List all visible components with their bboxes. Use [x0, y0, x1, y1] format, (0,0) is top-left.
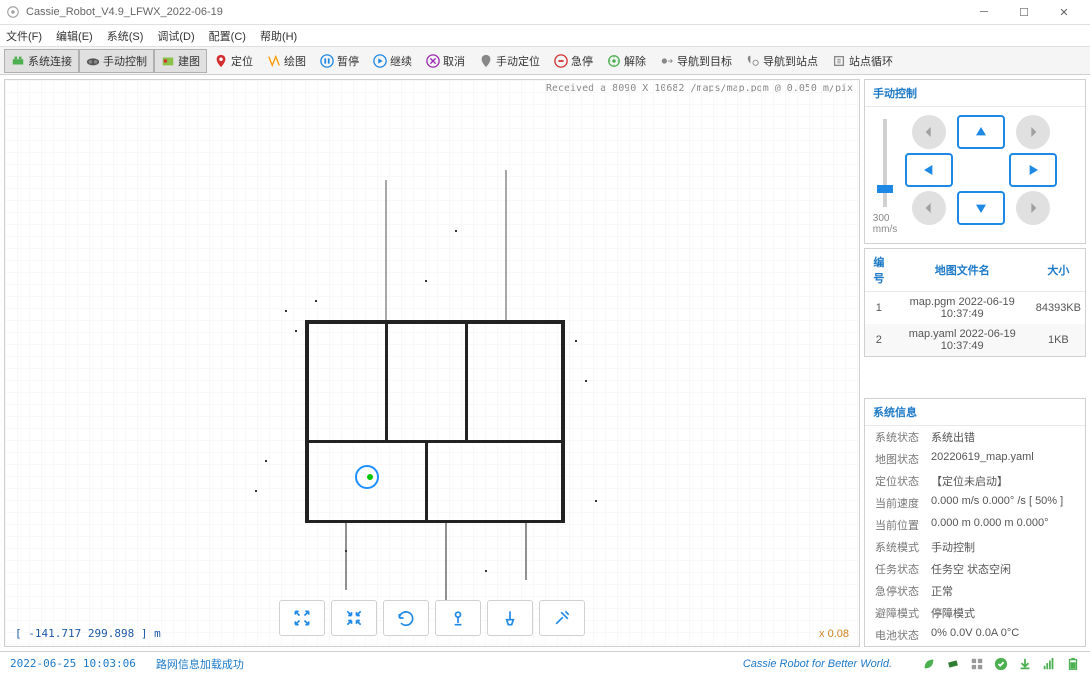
- manual-control-title: 手动控制: [865, 80, 1085, 107]
- sysinfo-row: 系统状态系统出错: [865, 426, 1085, 448]
- menu-config[interactable]: 配置(C): [209, 28, 246, 44]
- loop-button[interactable]: 站点循环: [825, 49, 900, 73]
- sysinfo-row: 避障模式停障模式: [865, 602, 1085, 624]
- sysinfo-row: 当前位置0.000 m 0.000 m 0.000°: [865, 514, 1085, 536]
- pin-icon: [214, 54, 228, 68]
- col-id: 编号: [865, 249, 893, 292]
- check-icon: [994, 657, 1008, 671]
- window-title: Cassie_Robot_V4.9_LFWX_2022-06-19: [26, 6, 964, 18]
- toolbar: 系统连接 手动控制 建图 定位 绘图 暂停 继续 取消 手动定位 急停 解除 导…: [0, 47, 1090, 75]
- sysinfo-row: 急停状态正常: [865, 580, 1085, 602]
- connect-icon: [11, 54, 25, 68]
- sysinfo-row: 电池状态0% 0.0V 0.0A 0°C: [865, 624, 1085, 646]
- marker-tool-button[interactable]: [435, 600, 481, 636]
- connect-button[interactable]: 系统连接: [4, 49, 79, 73]
- pause-icon: [320, 54, 334, 68]
- speed-slider[interactable]: [883, 119, 887, 207]
- map-canvas[interactable]: [5, 80, 859, 646]
- back-right-button[interactable]: [1016, 191, 1050, 225]
- col-name: 地图文件名: [893, 249, 1032, 292]
- estop-button[interactable]: 急停: [547, 49, 600, 73]
- collapse-button[interactable]: [331, 600, 377, 636]
- speed-label: 300 mm/s: [873, 213, 897, 235]
- draw-icon: [267, 54, 281, 68]
- signal-icon: [1042, 657, 1056, 671]
- nav-point-icon: [746, 54, 760, 68]
- draw-button[interactable]: 绘图: [260, 49, 313, 73]
- menu-edit[interactable]: 编辑(E): [56, 28, 93, 44]
- app-icon: [6, 5, 20, 19]
- sysinfo-row: 定位状态【定位未启动】: [865, 470, 1085, 492]
- menu-help[interactable]: 帮助(H): [260, 28, 297, 44]
- robot-marker: [355, 465, 379, 489]
- clear-button[interactable]: 解除: [600, 49, 653, 73]
- sysinfo-row: 当前速度0.000 m/s 0.000° /s [ 50% ]: [865, 492, 1085, 514]
- battery-icon: [1066, 657, 1080, 671]
- estop-icon: [554, 54, 568, 68]
- brush-tool-button[interactable]: [487, 600, 533, 636]
- maximize-button[interactable]: ☐: [1004, 0, 1044, 24]
- menu-bar: 文件(F) 编辑(E) 系统(S) 调试(D) 配置(C) 帮助(H): [0, 25, 1090, 47]
- menu-debug[interactable]: 调试(D): [157, 28, 194, 44]
- gamepad-icon: [86, 54, 100, 68]
- play-icon: [373, 54, 387, 68]
- back-left-button[interactable]: [912, 191, 946, 225]
- manual-control-panel: 手动控制 300 mm/s: [864, 79, 1086, 244]
- tools-button[interactable]: [539, 600, 585, 636]
- cancel-button[interactable]: 取消: [419, 49, 472, 73]
- expand-button[interactable]: [279, 600, 325, 636]
- status-message: 路网信息加载成功: [156, 656, 244, 672]
- nav-point-button[interactable]: 导航到站点: [739, 49, 825, 73]
- minimize-button[interactable]: ─: [964, 0, 1004, 24]
- forward-button[interactable]: [957, 115, 1005, 149]
- rotate-button[interactable]: [383, 600, 429, 636]
- chip-icon: [946, 657, 960, 671]
- menu-file[interactable]: 文件(F): [6, 28, 42, 44]
- table-row[interactable]: 2map.yaml 2022-06-19 10:37:491KB: [865, 324, 1085, 356]
- system-info-panel: 系统信息 系统状态系统出错 地图状态20220619_map.yaml 定位状态…: [864, 398, 1086, 647]
- map-coords: [ -141.717 299.898 ] m: [15, 627, 161, 640]
- status-tagline: Cassie Robot for Better World.: [743, 658, 892, 670]
- map-files-table: 编号 地图文件名 大小 1map.pgm 2022-06-19 10:37:49…: [865, 249, 1085, 356]
- loop-icon: [832, 54, 846, 68]
- sysinfo-row: 系统模式手动控制: [865, 536, 1085, 558]
- sysinfo-row: 任务状态任务空 状态空闲: [865, 558, 1085, 580]
- resume-button[interactable]: 继续: [366, 49, 419, 73]
- rotate-left-button[interactable]: [912, 115, 946, 149]
- locate-button[interactable]: 定位: [207, 49, 260, 73]
- map-files-panel: 编号 地图文件名 大小 1map.pgm 2022-06-19 10:37:49…: [864, 248, 1086, 357]
- backward-button[interactable]: [957, 191, 1005, 225]
- map-build-icon: [161, 54, 175, 68]
- right-button[interactable]: [1009, 153, 1057, 187]
- map-viewport[interactable]: Received a 8090 X 10682 /maps/map.pgm @ …: [4, 79, 860, 647]
- cancel-icon: [426, 54, 440, 68]
- nav-target-icon: [660, 54, 674, 68]
- manual-control-button[interactable]: 手动控制: [79, 49, 154, 73]
- grid-icon: [970, 657, 984, 671]
- status-icons: [922, 657, 1080, 671]
- status-bar: 2022-06-25 10:03:06 路网信息加载成功 Cassie Robo…: [0, 651, 1090, 675]
- clear-icon: [607, 54, 621, 68]
- map-tools: [279, 600, 585, 636]
- status-time: 2022-06-25 10:03:06: [10, 657, 136, 670]
- leaf-icon: [922, 657, 936, 671]
- manual-locate-button[interactable]: 手动定位: [472, 49, 547, 73]
- table-row[interactable]: 1map.pgm 2022-06-19 10:37:4984393KB: [865, 292, 1085, 325]
- dpad: [905, 115, 1057, 235]
- download-icon: [1018, 657, 1032, 671]
- title-bar: Cassie_Robot_V4.9_LFWX_2022-06-19 ─ ☐ ✕: [0, 0, 1090, 25]
- map-zoom: x 0.08: [819, 628, 849, 640]
- rotate-right-button[interactable]: [1016, 115, 1050, 149]
- manual-locate-icon: [479, 54, 493, 68]
- nav-target-button[interactable]: 导航到目标: [653, 49, 739, 73]
- col-size: 大小: [1032, 249, 1085, 292]
- pause-button[interactable]: 暂停: [313, 49, 366, 73]
- close-button[interactable]: ✕: [1044, 0, 1084, 24]
- system-info-title: 系统信息: [865, 399, 1085, 426]
- map-build-button[interactable]: 建图: [154, 49, 207, 73]
- sysinfo-row: 地图状态20220619_map.yaml: [865, 448, 1085, 470]
- left-button[interactable]: [905, 153, 953, 187]
- menu-system[interactable]: 系统(S): [107, 28, 144, 44]
